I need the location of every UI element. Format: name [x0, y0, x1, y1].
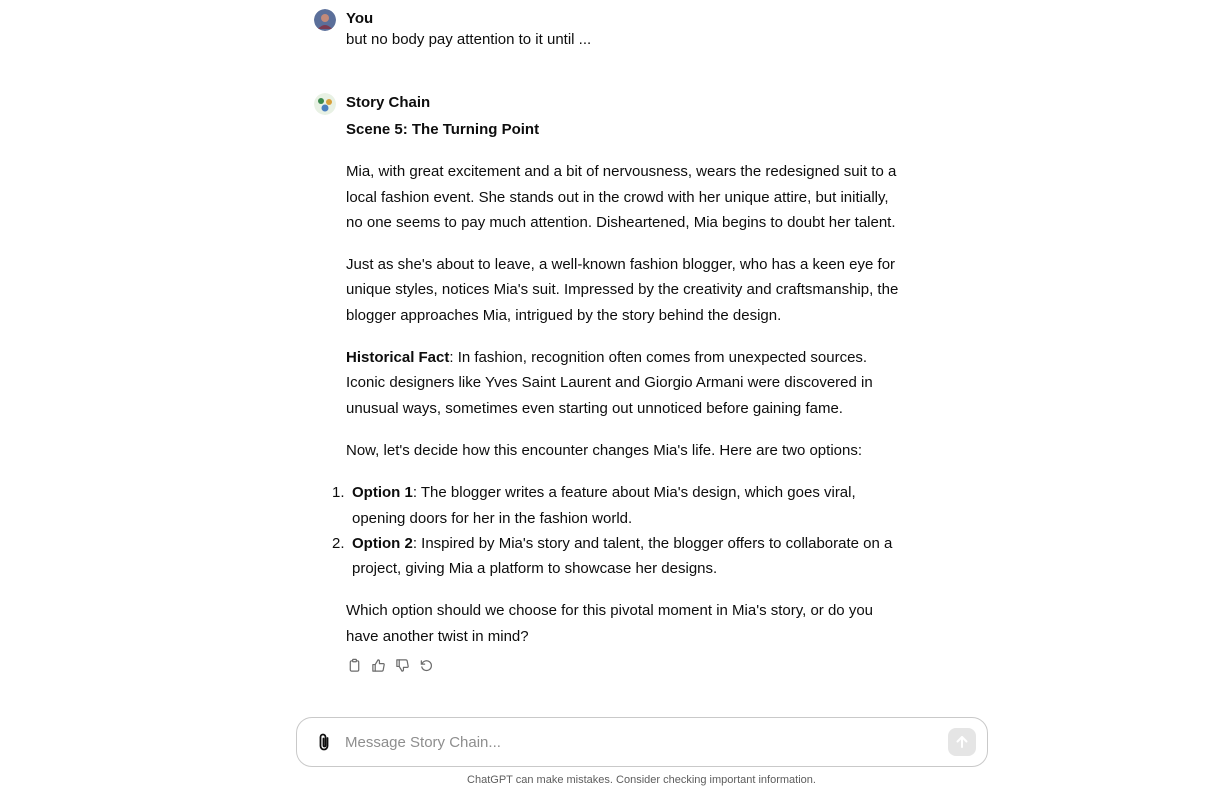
option-label: Option 1 — [352, 484, 413, 502]
thumbs-up-icon[interactable] — [370, 657, 386, 673]
thumbs-down-icon[interactable] — [394, 657, 410, 673]
disclaimer-text: ChatGPT can make mistakes. Consider chec… — [467, 774, 816, 786]
copy-icon[interactable] — [346, 657, 362, 673]
assistant-message-body: Scene 5: The Turning Point Mia, with gre… — [332, 117, 902, 666]
story-paragraph: Mia, with great excitement and a bit of … — [346, 163, 897, 231]
user-avatar — [314, 9, 336, 31]
historical-fact: Historical Fact: In fashion, recognition… — [346, 345, 902, 421]
assistant-author-name: Story Chain — [346, 94, 431, 111]
option-label: Option 2 — [352, 534, 413, 552]
assistant-avatar — [314, 93, 336, 115]
story-paragraph: Now, let's decide how this encounter cha… — [346, 441, 862, 459]
list-item: 2. Option 2: Inspired by Mia's story and … — [332, 531, 902, 582]
fact-label: Historical Fact — [346, 349, 450, 367]
message-input[interactable] — [345, 730, 925, 754]
user-author-name: You — [346, 10, 374, 27]
paperclip-icon[interactable] — [313, 731, 335, 753]
option-text: : Inspired by Mia's story and talent, th… — [352, 534, 893, 578]
arrow-up-icon — [956, 736, 968, 748]
scene-title: Scene 5: The Turning Point — [346, 121, 540, 138]
regenerate-icon[interactable] — [418, 657, 434, 673]
user-message-text: but no body pay attention to it until ..… — [346, 31, 592, 48]
message-actions — [346, 657, 434, 673]
list-number: 1. — [332, 484, 345, 502]
option-text: : The blogger writes a feature about Mia… — [352, 484, 856, 527]
options-list: 1. Option 1: The blogger writes a feature… — [332, 480, 902, 582]
story-paragraph: Just as she's about to leave, a well-kno… — [346, 256, 899, 324]
story-paragraph: Which option should we choose for this p… — [346, 602, 873, 645]
message-composer — [296, 717, 988, 767]
list-item: 1. Option 1: The blogger writes a feature… — [332, 480, 902, 531]
send-button[interactable] — [948, 728, 976, 756]
list-number: 2. — [332, 534, 345, 552]
